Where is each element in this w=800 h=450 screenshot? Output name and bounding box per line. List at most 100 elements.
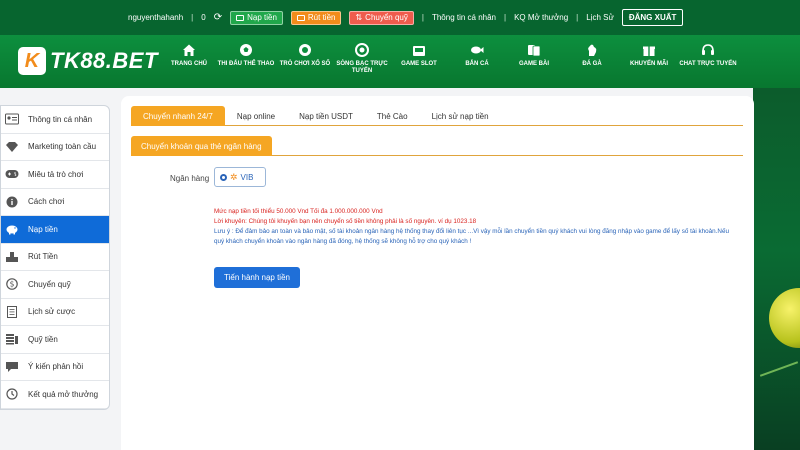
bank-option-vib[interactable]: ✲ VIB [214,167,266,187]
divider: | [576,13,579,22]
id-card-icon [5,113,19,125]
nav-home[interactable]: TRANG CHỦ [170,43,208,68]
withdraw-label: Rút tiền [307,13,336,22]
site-logo[interactable]: K TK88.BET [18,47,158,75]
gamepad-icon [5,168,19,180]
tab-fast-transfer[interactable]: Chuyển nhanh 24/7 [131,106,225,126]
fish-icon [470,43,484,57]
sidebar-item[interactable]: Miêu tả trò chơi [1,161,109,189]
vib-logo-icon: ✲ [230,171,238,182]
chat-bubble-icon [5,361,19,373]
sidebar-item-label: Ý kiến phản hồi [28,362,84,372]
sidebar-item-label: Rút Tiền [28,252,58,262]
sidebar-item-label: Cách chơi [28,197,65,207]
document-icon [5,305,19,318]
tab-deposit-history[interactable]: Lịch sử nạp tiền [420,106,501,126]
sidebar-item-label: Miêu tả trò chơi [28,169,84,179]
cards-icon [527,43,541,57]
tab-online-deposit[interactable]: Nạp online [225,106,287,126]
sidebar-item-label: Chuyển quỹ [28,279,71,289]
divider: | [191,13,194,22]
sidebar-item-label: Marketing toàn cầu [28,142,97,152]
nav-label: TRANG CHỦ [171,61,207,67]
tab-usdt-deposit[interactable]: Nạp tiền USDT [287,106,365,126]
account-info-link[interactable]: Thông tin cá nhân [432,13,496,22]
nav-label: TRÒ CHƠI XỔ SỐ [279,61,331,67]
deposit-tabs: Chuyển nhanh 24/7 Nạp online Nạp tiền US… [131,106,743,126]
nav-slot[interactable]: GAME SLOT [398,43,440,68]
sidebar-item[interactable]: Ý kiến phản hồi [1,354,109,381]
deposit-button[interactable]: Nạp tiền [230,10,283,25]
transfer-label: Chuyển quỹ [365,13,408,22]
subtab-bar: Chuyển khoản qua thẻ ngân hàng [131,136,743,156]
lottery-icon [298,43,312,57]
decorative-banner [753,88,800,450]
logout-button[interactable]: ĐĂNG XUẤT [621,9,684,26]
casino-chip-icon [355,43,369,57]
svg-text:$: $ [10,280,15,289]
wallet-icon [236,14,245,21]
sidebar-item[interactable]: $ Chuyển quỹ [1,271,109,299]
transfer-button[interactable]: ⇅ Chuyển quỹ [349,10,414,25]
nav-casino[interactable]: SÒNG BẠC TRỰC TUYẾN [334,43,390,75]
logo-badge: K [18,47,46,75]
deposit-limit-note: Mức nạp tiền tối thiểu 50.000 Vnd Tối đa… [214,208,383,215]
tab-bank-transfer[interactable]: Chuyển khoản qua thẻ ngân hàng [131,136,272,156]
nav-label: THI ĐẤU THỂ THAO [217,61,275,67]
deposit-label: Nạp tiền [247,13,277,22]
tab-scratch-card[interactable]: Thẻ Cào [365,106,420,126]
history-icon [5,388,19,400]
sidebar-item-label: Quỹ tiền [28,334,58,344]
soccer-icon [239,43,253,57]
nav-label: CHAT TRỰC TUYẾN [679,61,737,67]
withdraw-button[interactable]: Rút tiền [290,10,342,25]
caution-note: Lưu ý : Để đảm bảo an toàn và bảo mật, s… [214,228,729,245]
advice-note: Lời khuyên: Chúng tôi khuyến bạn nên chu… [214,218,477,225]
deposit-panel: Chuyển nhanh 24/7 Nạp online Nạp tiền US… [121,96,754,450]
sidebar-item[interactable]: Nạp tiền [1,216,109,244]
refresh-icon[interactable]: ⟳ [214,12,222,23]
main-nav: K TK88.BET TRANG CHỦ THI ĐẤU THỂ THAO TR… [0,35,800,88]
bank-name: VIB [240,172,254,182]
sidebar-item[interactable]: Marketing toàn cầu [1,134,109,161]
history-link[interactable]: Lịch Sử [586,13,614,22]
nav-sports[interactable]: THI ĐẤU THỂ THAO [216,43,276,68]
nav-live-chat[interactable]: CHAT TRỰC TUYẾN [678,43,738,68]
nav-cockfight[interactable]: ĐÁ GÀ [580,43,604,68]
sidebar-item[interactable]: Cách chơi [1,189,109,216]
nav-lottery[interactable]: TRÒ CHƠI XỔ SỐ [278,43,332,68]
sidebar-item-label: Thông tin cá nhân [28,114,93,124]
sidebar-item[interactable]: Thông tin cá nhân [1,106,109,134]
soccer-ball-image [769,288,800,348]
nav-card-games[interactable]: GAME BÀI [516,43,552,68]
slot-machine-icon [412,43,426,57]
nav-fishing[interactable]: BẮN CÁ [462,43,492,68]
divider: | [504,13,507,22]
nav-label: GAME BÀI [519,61,549,67]
piggy-bank-icon [5,223,19,235]
cash-icon [296,14,305,21]
divider: | [421,13,424,22]
nav-label: GAME SLOT [401,61,437,67]
money-stack-icon [5,333,19,345]
decorative-line [759,361,799,377]
info-icon [5,196,19,208]
balance: 0 [201,13,206,22]
nav-label: ĐÁ GÀ [582,61,602,67]
transfer-icon: ⇅ [355,13,363,22]
sidebar-item[interactable]: Lịch sử cược [1,299,109,326]
lottery-results-link[interactable]: KQ Mở thưởng [514,13,568,22]
deposit-notes: Mức nạp tiền tối thiểu 50.000 Vnd Tối đa… [214,207,734,247]
sidebar-item[interactable]: Rút Tiền [1,244,109,271]
username: nguyenthahanh [128,13,184,22]
nav-label: KHUYẾN MÃI [629,61,668,67]
rooster-icon [585,43,599,57]
nav-promotions[interactable]: KHUYẾN MÃI [629,43,669,68]
top-account-bar: nguyenthahanh | 0 ⟳ Nạp tiền Rút tiền ⇅ C… [0,0,800,35]
submit-deposit-button[interactable]: Tiến hành nạp tiền [214,267,300,288]
sidebar-item[interactable]: Quỹ tiền [1,326,109,354]
account-sidebar: Thông tin cá nhân Marketing toàn cầu Miêu … [0,105,110,410]
gift-icon [642,43,656,57]
sidebar-item[interactable]: Kết quả mở thưởng [1,381,109,409]
logo-text: TK88.BET [50,48,158,73]
